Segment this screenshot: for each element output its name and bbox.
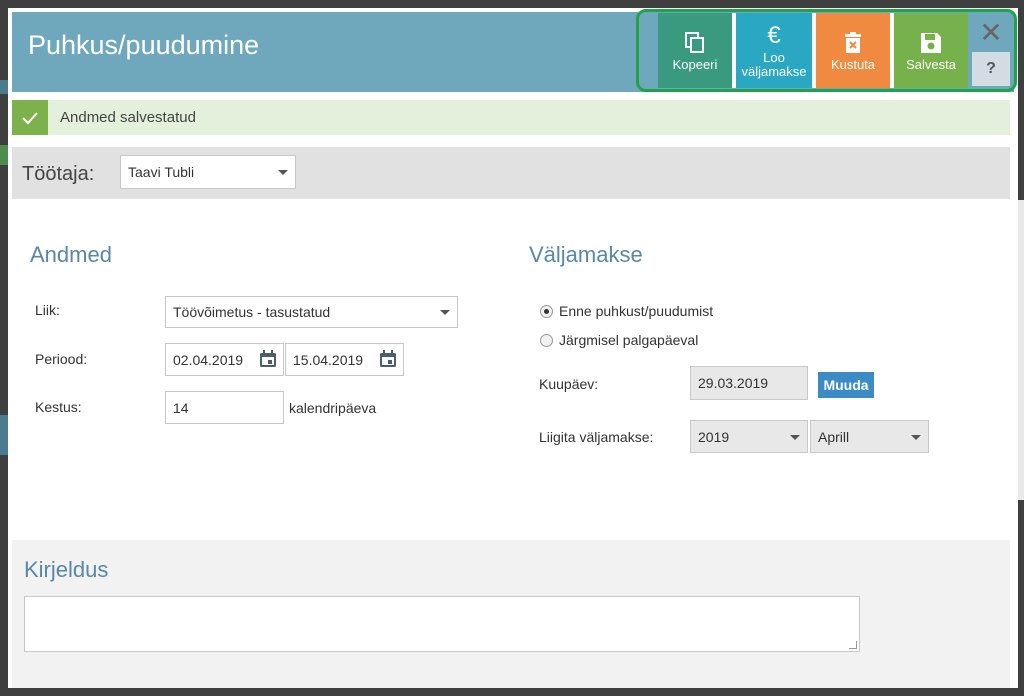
absence-dialog: Puhkus/puudumine Kopeeri € Loo väljamaks… [8,8,1018,688]
save-button[interactable]: Salvesta [894,13,968,88]
period-start-input[interactable]: 02.04.2019 [165,343,284,376]
calendar-icon[interactable] [259,350,277,371]
radio-next-label: Järgmisel palgapäeval [559,332,699,348]
andmed-heading: Andmed [30,242,112,267]
calendar-icon[interactable] [379,350,397,371]
duration-input[interactable]: 14 [165,391,284,424]
period-end-value: 15.04.2019 [293,351,364,368]
duration-label: Kestus: [35,399,82,415]
period-label: Periood: [35,351,88,367]
chevron-down-icon [790,434,800,440]
period-start-value: 02.04.2019 [173,351,244,368]
duration-value: 14 [173,399,189,416]
employee-label: Töötaja: [22,163,95,185]
chevron-down-icon [911,434,921,440]
create-payment-button[interactable]: € Loo väljamakse [736,13,812,88]
resize-handle-icon[interactable] [849,641,857,649]
payment-date-label: Kuupäev: [539,376,599,392]
create-payment-label: Loo väljamakse [741,49,807,79]
copy-button[interactable]: Kopeeri [658,13,732,88]
alert-message: Andmed salvestatud [60,109,196,126]
valjamakse-heading: Väljamakse [529,242,643,267]
copy-icon [685,30,705,56]
chevron-down-icon [440,310,450,315]
description-heading: Kirjeldus [24,557,109,582]
checkmark-icon [12,100,48,135]
employee-select-value: Taavi Tubli [128,164,195,180]
month-select[interactable]: Aprill [810,420,929,453]
type-select[interactable]: Töövõimetus - tasustatud [165,296,458,328]
year-select[interactable]: 2019 [690,420,808,453]
payment-date-input: 29.03.2019 [690,366,808,400]
radio-next-payday[interactable]: Järgmisel palgapäeval [540,332,698,348]
description-section: Kirjeldus [12,540,1010,688]
close-icon[interactable]: ✕ [976,18,1006,48]
euro-icon: € [767,21,781,49]
payment-date-value: 29.03.2019 [698,375,769,391]
description-textarea[interactable] [24,596,860,652]
duration-unit: kalendripäeva [289,400,377,416]
radio-before-absence[interactable]: Enne puhkust/puudumist [540,303,713,319]
employee-bar: Töötaja: Taavi Tubli [12,147,1010,199]
radio-dot-selected [540,304,553,318]
year-select-value: 2019 [698,428,730,445]
radio-dot [540,333,553,347]
dialog-title: Puhkus/puudumine [28,30,260,60]
type-label: Liik: [35,302,60,318]
help-button[interactable]: ? [972,52,1010,86]
delete-button[interactable]: Kustuta [816,13,890,88]
change-date-button[interactable]: Muuda [818,372,874,398]
month-select-value: Aprill [818,428,850,445]
trash-icon [844,30,862,56]
success-alert: Andmed salvestatud [12,100,1010,135]
delete-label: Kustuta [830,56,876,72]
radio-before-label: Enne puhkust/puudumist [559,303,714,319]
copy-label: Kopeeri [672,56,718,72]
employee-select[interactable]: Taavi Tubli [120,155,296,189]
floppy-disk-icon [920,30,942,56]
type-select-value: Töövõimetus - tasustatud [173,304,331,320]
chevron-down-icon [278,170,288,175]
assign-payment-label: Liigita väljamakse: [539,429,654,445]
period-end-input[interactable]: 15.04.2019 [285,343,404,376]
save-label: Salvesta [906,56,956,72]
